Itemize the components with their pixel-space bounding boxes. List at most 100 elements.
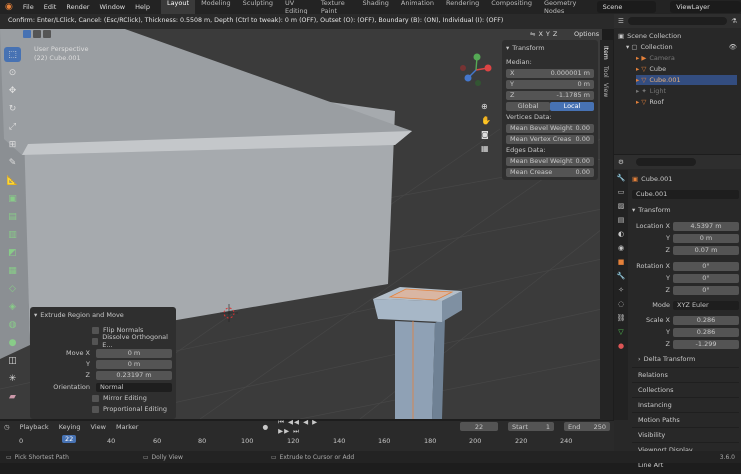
output-props-icon[interactable]: ▨ xyxy=(618,202,625,210)
collections-section[interactable]: Collections xyxy=(632,382,739,397)
scale-z-field[interactable]: -1.299 xyxy=(673,339,739,349)
move-tool[interactable]: ✥ xyxy=(4,83,21,98)
object-props-icon[interactable]: ■ xyxy=(618,258,625,266)
outliner-item-camera[interactable]: Camera xyxy=(649,54,675,62)
rotation-z-field[interactable]: 0° xyxy=(673,285,739,295)
camera-icon[interactable]: ◙ xyxy=(481,130,491,139)
rotation-x-field[interactable]: 0° xyxy=(673,261,739,271)
median-y-field[interactable]: Y 0 m xyxy=(506,79,594,89)
relations-section[interactable]: Relations xyxy=(632,367,739,382)
chevron-down-icon[interactable]: ▾ xyxy=(34,311,37,319)
instancing-section[interactable]: Instancing xyxy=(632,397,739,412)
outliner-item-cube[interactable]: Cube xyxy=(649,65,666,73)
zoom-icon[interactable]: ⊕ xyxy=(481,102,491,111)
transform-header[interactable]: Transform xyxy=(512,44,544,52)
rotate-tool[interactable]: ↻ xyxy=(4,101,21,116)
chevron-down-icon[interactable]: ▾ xyxy=(632,206,635,214)
mirror-editing-checkbox[interactable] xyxy=(92,394,99,402)
mean-vertex-crease[interactable]: Mean Vertex Creas 0.00 xyxy=(506,134,594,144)
view-menu[interactable]: View xyxy=(91,423,106,431)
tab-item[interactable]: Item xyxy=(602,46,609,60)
view-layer-icon[interactable]: ▤ xyxy=(618,216,625,224)
record-icon[interactable]: ● xyxy=(262,423,268,431)
redo-panel-title[interactable]: Extrude Region and Move xyxy=(40,311,124,319)
location-x-field[interactable]: 4.5397 m xyxy=(673,221,739,231)
scene-selector[interactable]: Scene xyxy=(596,1,657,13)
select-mode-buttons[interactable] xyxy=(23,30,51,38)
edge-slide-tool[interactable]: ◫ xyxy=(4,353,21,368)
options-dropdown[interactable]: Options xyxy=(574,30,599,38)
menu-help[interactable]: Help xyxy=(130,3,155,11)
outliner-editor-icon[interactable]: ☰ xyxy=(618,17,624,25)
face-select-icon[interactable] xyxy=(43,30,51,38)
properties-search-input[interactable] xyxy=(635,158,696,166)
knife-tool[interactable]: ◇ xyxy=(4,281,21,296)
navigation-gizmo[interactable] xyxy=(458,52,494,88)
motion-paths-section[interactable]: Motion Paths xyxy=(632,412,739,427)
visibility-eye-icon[interactable]: 👁 xyxy=(729,43,737,51)
properties-editor-icon[interactable]: ⚙ xyxy=(618,158,624,166)
menu-edit[interactable]: Edit xyxy=(39,3,62,11)
constraints-props-icon[interactable]: ⛓ xyxy=(617,314,626,322)
timeline-editor-icon[interactable]: ◷ xyxy=(4,423,10,431)
location-z-field[interactable]: 0.07 m xyxy=(673,245,739,255)
modifier-props-icon[interactable]: 🔧 xyxy=(617,272,626,280)
tab-view[interactable]: View xyxy=(602,83,609,97)
render-props-icon[interactable]: ▭ xyxy=(618,188,625,196)
move-y-field[interactable]: 0 m xyxy=(96,359,172,369)
outliner-item-collection[interactable]: Collection xyxy=(640,43,672,51)
shrink-fatten-tool[interactable]: ✳ xyxy=(4,371,21,386)
loop-cut-tool[interactable]: ▦ xyxy=(4,263,21,278)
world-props-icon[interactable]: ◉ xyxy=(618,244,624,252)
bevel-tool[interactable]: ◩ xyxy=(4,245,21,260)
particles-props-icon[interactable]: ✧ xyxy=(618,286,624,294)
global-toggle[interactable]: Global xyxy=(506,101,550,111)
move-x-field[interactable]: 0 m xyxy=(96,348,172,358)
poly-build-tool[interactable]: ◈ xyxy=(4,299,21,314)
select-box-tool[interactable]: ⬚ xyxy=(4,47,21,62)
dissolve-checkbox[interactable] xyxy=(92,337,99,345)
marker-menu[interactable]: Marker xyxy=(116,423,138,431)
scale-y-field[interactable]: 0.286 xyxy=(673,327,739,337)
rotation-y-field[interactable]: 0° xyxy=(673,273,739,283)
playhead[interactable]: 22 xyxy=(62,435,77,443)
scale-tool[interactable]: ⤢ xyxy=(4,119,21,134)
mean-crease[interactable]: Mean Crease 0.00 xyxy=(506,167,594,177)
local-toggle[interactable]: Local xyxy=(550,101,594,111)
proportional-editing-checkbox[interactable] xyxy=(92,405,99,413)
transform-section[interactable]: Transform xyxy=(638,206,670,214)
start-frame-field[interactable]: Start 1 xyxy=(508,422,554,431)
inset-tool[interactable]: ▥ xyxy=(4,227,21,242)
data-props-icon[interactable]: ▽ xyxy=(618,328,623,336)
blender-logo-icon[interactable]: ◉ xyxy=(0,2,18,12)
current-frame-field[interactable]: 22 xyxy=(460,422,498,431)
visibility-section[interactable]: Visibility xyxy=(632,427,739,442)
delta-transform-section[interactable]: Delta Transform xyxy=(644,355,696,363)
extrude-tool[interactable]: ▤ xyxy=(4,209,21,224)
add-cube-tool[interactable]: ▣ xyxy=(4,191,21,206)
axis-z-toggle[interactable]: Z xyxy=(553,30,557,38)
orientation-dropdown[interactable]: Normal xyxy=(96,382,172,392)
median-x-field[interactable]: X 0.000001 m xyxy=(506,68,594,78)
median-z-field[interactable]: Z -1.1785 m xyxy=(506,90,594,100)
axis-y-toggle[interactable]: Y xyxy=(546,30,550,38)
outliner-search-input[interactable] xyxy=(627,17,728,25)
pan-hand-icon[interactable]: ✋ xyxy=(481,116,491,125)
vertex-select-icon[interactable] xyxy=(23,30,31,38)
edge-select-icon[interactable] xyxy=(33,30,41,38)
axis-x-toggle[interactable]: X xyxy=(538,30,542,38)
grid-perspective-icon[interactable]: ▦ xyxy=(481,144,491,153)
spin-tool[interactable]: ◍ xyxy=(4,317,21,332)
scale-x-field[interactable]: 0.286 xyxy=(673,315,739,325)
material-props-icon[interactable]: ● xyxy=(618,342,624,350)
transform-tool[interactable]: ⊞ xyxy=(4,137,21,152)
tool-props-icon[interactable]: 🔧 xyxy=(617,174,626,182)
frame-ruler[interactable]: 0 22 40 60 80 100 120 140 160 180 200 22… xyxy=(0,432,614,451)
menu-window[interactable]: Window xyxy=(94,3,130,11)
end-frame-field[interactable]: End 250 xyxy=(564,422,610,431)
keying-menu[interactable]: Keying xyxy=(59,423,81,431)
menu-file[interactable]: File xyxy=(18,3,39,11)
move-z-field[interactable]: 0.23197 m xyxy=(96,370,172,380)
annotate-tool[interactable]: ✎ xyxy=(4,155,21,170)
object-name-field[interactable]: Cube.001 xyxy=(632,189,739,199)
